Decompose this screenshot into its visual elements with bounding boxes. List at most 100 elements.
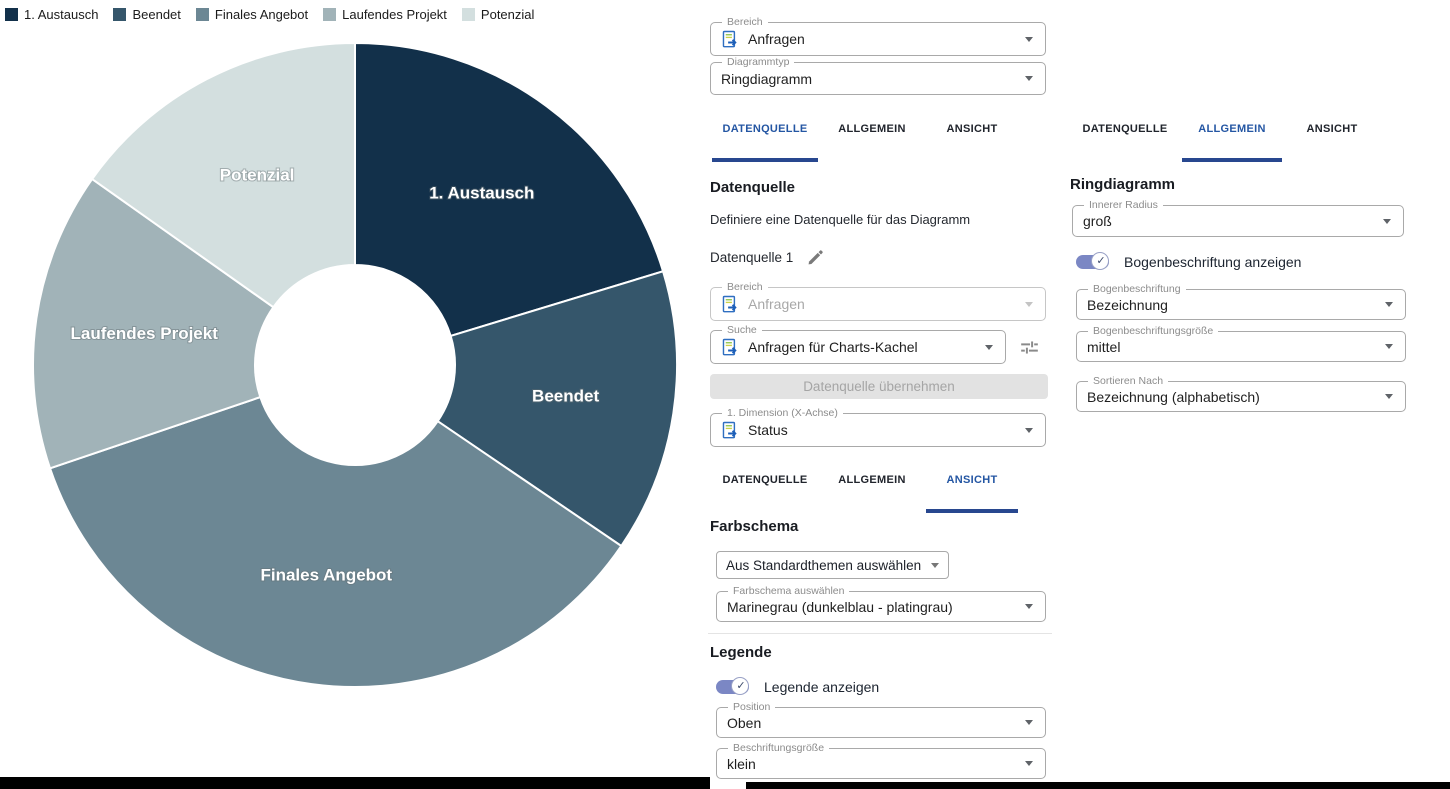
- field-value: Bezeichnung (alphabetisch): [1087, 389, 1260, 405]
- section-heading-farbschema: Farbschema: [710, 518, 798, 535]
- legend-item[interactable]: Beendet: [113, 7, 180, 22]
- tab-ansicht[interactable]: ANSICHT: [1284, 120, 1380, 166]
- anfragen-entity-icon: [721, 338, 740, 357]
- slice-label: Laufendes Projekt: [71, 324, 219, 343]
- tab-group-view: DATENQUELLE ALLGEMEIN ANSICHT: [710, 471, 1030, 517]
- tab-datenquelle[interactable]: DATENQUELLE: [1070, 120, 1180, 166]
- chart-settings-panel: Bereich Anfragen Diagrammtyp Ringdiagram…: [710, 0, 1048, 789]
- legende-anzeigen-toggle[interactable]: [716, 677, 751, 697]
- legend-label: Potenzial: [481, 7, 534, 22]
- toggle-check-icon: [731, 677, 749, 695]
- field-label: Bogenbeschriftungsgröße: [1088, 325, 1218, 337]
- field-label: Position: [728, 701, 775, 713]
- anfragen-entity-icon: [721, 30, 740, 49]
- field-label: Bogenbeschriftung: [1088, 283, 1186, 295]
- tab-allgemein[interactable]: ALLGEMEIN: [820, 120, 924, 166]
- pencil-icon[interactable]: [806, 248, 825, 267]
- tab-datenquelle[interactable]: DATENQUELLE: [710, 471, 820, 517]
- datenquelle-uebernehmen-button[interactable]: Datenquelle übernehmen: [710, 374, 1048, 399]
- tab-ansicht[interactable]: ANSICHT: [924, 471, 1020, 517]
- field-label: Sortieren Nach: [1088, 375, 1168, 387]
- field-label: 1. Dimension (X-Achse): [722, 407, 843, 419]
- donut-chart: 1. Austausch Beendet Finales Angebot Laufen…: [30, 40, 680, 690]
- legend-label: Finales Angebot: [215, 7, 308, 22]
- legend-swatch: [196, 8, 209, 21]
- section-divider: [708, 633, 1052, 634]
- field-value: Bezeichnung: [1087, 297, 1168, 313]
- legend-toggle-row: Legende anzeigen: [716, 677, 879, 697]
- bogenbeschriftungsgroesse-select[interactable]: Bogenbeschriftungsgröße mittel: [1076, 331, 1406, 362]
- chevron-down-icon: [1025, 37, 1033, 42]
- bogenbeschriftung-anzeigen-toggle[interactable]: [1076, 252, 1111, 272]
- tab-group-general: DATENQUELLE ALLGEMEIN ANSICHT: [1070, 120, 1390, 166]
- toggle-check-icon: [1091, 252, 1109, 270]
- slice-label: Beendet: [532, 386, 599, 405]
- field-value: Status: [748, 422, 788, 438]
- arc-label-toggle-row: Bogenbeschriftung anzeigen: [1076, 252, 1301, 272]
- legend-position-select[interactable]: Position Oben: [716, 707, 1046, 738]
- field-label: Bereich: [722, 281, 768, 293]
- datasource-name: Datenquelle 1: [710, 250, 793, 265]
- chevron-down-icon: [1025, 720, 1033, 725]
- section-heading-legende: Legende: [710, 644, 772, 661]
- suche-select[interactable]: Suche Anfragen für Charts-Kachel: [710, 330, 1006, 364]
- legend-swatch: [5, 8, 18, 21]
- chevron-down-icon: [1383, 219, 1391, 224]
- chevron-down-icon: [985, 345, 993, 350]
- anfragen-entity-icon: [721, 295, 740, 314]
- theme-source-select[interactable]: Aus Standardthemen auswählen: [716, 551, 949, 579]
- legend-label-size-select[interactable]: Beschriftungsgröße klein: [716, 748, 1046, 779]
- field-label: Suche: [722, 324, 762, 336]
- tab-group-datasource: DATENQUELLE ALLGEMEIN ANSICHT: [710, 120, 1030, 166]
- legend-item[interactable]: Finales Angebot: [196, 7, 308, 22]
- field-value: mittel: [1087, 339, 1120, 355]
- chevron-down-icon: [931, 563, 939, 568]
- legend-swatch: [462, 8, 475, 21]
- legend-item[interactable]: Potenzial: [462, 7, 534, 22]
- toggle-label: Bogenbeschriftung anzeigen: [1124, 254, 1301, 270]
- chevron-down-icon: [1025, 302, 1033, 307]
- slice-label: Finales Angebot: [260, 566, 392, 585]
- tab-ansicht[interactable]: ANSICHT: [924, 120, 1020, 166]
- field-label: Innerer Radius: [1084, 199, 1163, 211]
- bogenbeschriftung-select[interactable]: Bogenbeschriftung Bezeichnung: [1076, 289, 1406, 320]
- tab-allgemein[interactable]: ALLGEMEIN: [820, 471, 924, 517]
- field-value: Anfragen: [748, 31, 805, 47]
- tab-allgemein[interactable]: ALLGEMEIN: [1180, 120, 1284, 166]
- select-value: Aus Standardthemen auswählen: [726, 558, 921, 573]
- legend-label: Laufendes Projekt: [342, 7, 447, 22]
- chevron-down-icon: [1385, 344, 1393, 349]
- datasource-name-row: Datenquelle 1: [710, 248, 825, 267]
- bereich-select-disabled[interactable]: Bereich Anfragen: [710, 287, 1046, 321]
- tab-datenquelle[interactable]: DATENQUELLE: [710, 120, 820, 166]
- legend-swatch: [323, 8, 336, 21]
- section-heading-datenquelle: Datenquelle: [710, 179, 795, 196]
- legend-item[interactable]: 1. Austausch: [5, 7, 98, 22]
- tune-sliders-icon[interactable]: [1017, 335, 1042, 360]
- dimension-select[interactable]: 1. Dimension (X-Achse) Status: [710, 413, 1046, 447]
- diagrammtyp-select[interactable]: Diagrammtyp Ringdiagramm: [710, 62, 1046, 95]
- field-value: Marinegrau (dunkelblau - platingrau): [727, 599, 953, 615]
- field-label: Farbschema auswählen: [728, 585, 849, 597]
- slice-label: 1. Austausch: [429, 183, 534, 202]
- innerer-radius-select[interactable]: Innerer Radius groß: [1072, 205, 1404, 237]
- legend-label: Beendet: [132, 7, 180, 22]
- farbschema-select[interactable]: Farbschema auswählen Marinegrau (dunkelb…: [716, 591, 1046, 622]
- field-label: Beschriftungsgröße: [728, 742, 829, 754]
- chevron-down-icon: [1025, 604, 1033, 609]
- field-value: Oben: [727, 715, 761, 731]
- field-label: Diagrammtyp: [722, 56, 794, 68]
- bereich-select[interactable]: Bereich Anfragen: [710, 22, 1046, 56]
- chevron-down-icon: [1025, 761, 1033, 766]
- field-value: Anfragen: [748, 296, 805, 312]
- sortieren-nach-select[interactable]: Sortieren Nach Bezeichnung (alphabetisch…: [1076, 381, 1406, 412]
- legend-item[interactable]: Laufendes Projekt: [323, 7, 447, 22]
- field-value: klein: [727, 756, 756, 772]
- field-value: Anfragen für Charts-Kachel: [748, 339, 918, 355]
- field-value: Ringdiagramm: [721, 71, 812, 87]
- legend-swatch: [113, 8, 126, 21]
- chevron-down-icon: [1025, 428, 1033, 433]
- slice-label: Potenzial: [220, 165, 295, 184]
- field-label: Bereich: [722, 16, 768, 28]
- field-value: groß: [1083, 213, 1112, 229]
